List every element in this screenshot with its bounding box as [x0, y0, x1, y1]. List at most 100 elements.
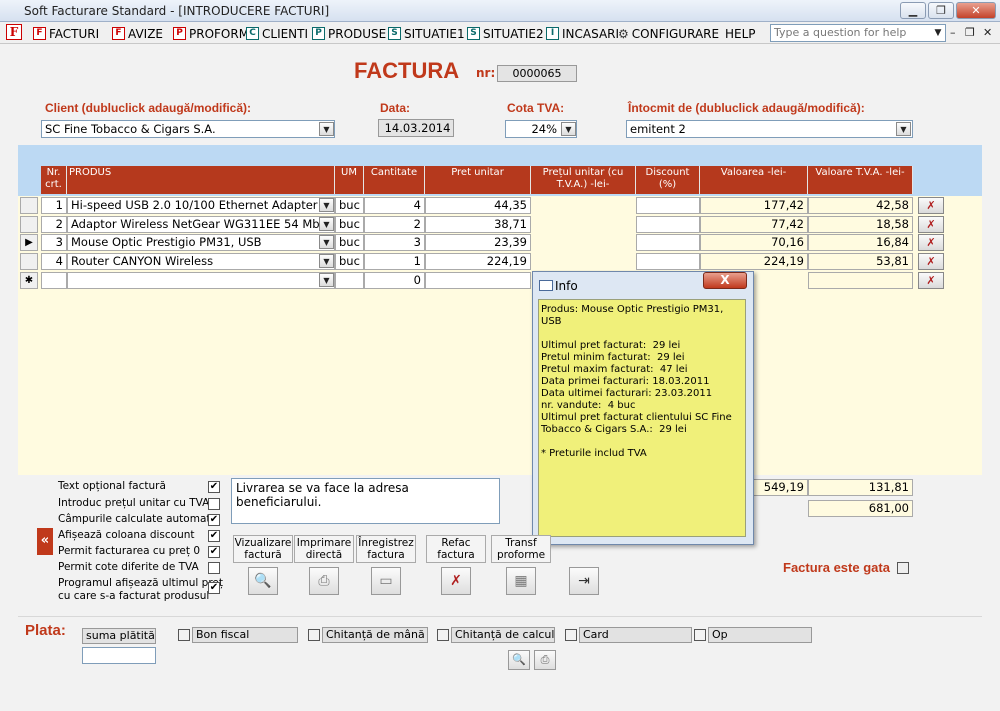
- menu-item-produse[interactable]: P PRODUSE: [312, 25, 386, 42]
- action-button-3[interactable]: Refac factura: [426, 535, 486, 563]
- new-row-dropdown-icon[interactable]: ▼: [319, 273, 334, 287]
- menu-produse-icon: P: [312, 27, 325, 40]
- help-dropdown-icon[interactable]: ▼: [931, 25, 945, 41]
- row-product-select[interactable]: Adaptor Wireless NetGear WG311EE 54 Mbps: [67, 216, 335, 233]
- amount-paid-input[interactable]: [82, 647, 156, 664]
- row-product-select[interactable]: Hi-speed USB 2.0 10/100 Ethernet Adapter: [67, 197, 335, 214]
- payment-method-checkbox[interactable]: [565, 629, 577, 641]
- option-checkbox[interactable]: ✔: [208, 530, 220, 542]
- row-price[interactable]: 44,35: [425, 197, 531, 214]
- row-um[interactable]: buc: [335, 234, 364, 251]
- invoice-number-field[interactable]: 0000065: [497, 65, 577, 82]
- option-checkbox[interactable]: ✔: [208, 481, 220, 493]
- row-discount[interactable]: [636, 197, 700, 214]
- payment-method-checkbox[interactable]: [694, 629, 706, 641]
- option-checkbox[interactable]: ✔: [208, 546, 220, 558]
- row-nr: 2: [41, 216, 67, 233]
- row-selector[interactable]: [20, 197, 38, 214]
- row-product-select[interactable]: Mouse Optic Prestigio PM31, USB: [67, 234, 335, 251]
- option-checkbox[interactable]: ✔: [208, 582, 220, 594]
- row-selector[interactable]: ▶: [20, 234, 38, 251]
- info-close-button[interactable]: X: [703, 272, 747, 289]
- row-selector[interactable]: [20, 253, 38, 270]
- mdi-restore-button[interactable]: ❐: [965, 26, 975, 39]
- payment-method-checkbox[interactable]: [178, 629, 190, 641]
- menu-item-situatie1[interactable]: S SITUATIE1: [388, 25, 465, 42]
- menu-item-help[interactable]: HELP: [725, 25, 756, 42]
- help-search-input[interactable]: Type a question for help: [770, 24, 946, 42]
- new-row-price[interactable]: [425, 272, 531, 289]
- issuer-dropdown-icon[interactable]: ▼: [896, 122, 911, 136]
- action-button-4[interactable]: Transf proforme: [491, 535, 551, 563]
- row-selector[interactable]: [20, 216, 38, 233]
- mdi-close-button[interactable]: ✕: [983, 26, 992, 39]
- undo-icon[interactable]: ✗: [441, 567, 471, 595]
- invoice-title: FACTURA: [354, 58, 460, 83]
- row-price[interactable]: 224,19: [425, 253, 531, 270]
- row-price[interactable]: 23,39: [425, 234, 531, 251]
- row-qty[interactable]: 4: [364, 197, 425, 214]
- action-button-1[interactable]: Imprimare directă: [294, 535, 354, 563]
- row-price[interactable]: 38,71: [425, 216, 531, 233]
- menu-item-clienti[interactable]: C CLIENTI: [246, 25, 308, 42]
- preview-icon[interactable]: 🔍: [248, 567, 278, 595]
- payment-method-checkbox[interactable]: [308, 629, 320, 641]
- row-discount[interactable]: [636, 253, 700, 270]
- vat-dropdown-icon[interactable]: ▼: [561, 122, 576, 136]
- payment-print-icon[interactable]: ⎙: [534, 650, 556, 670]
- collapse-options-button[interactable]: «: [37, 528, 53, 555]
- save-icon[interactable]: ▭: [371, 567, 401, 595]
- row-um[interactable]: buc: [335, 253, 364, 270]
- row-product-select[interactable]: Router CANYON Wireless: [67, 253, 335, 270]
- menu-item-incasari[interactable]: I INCASARI: [546, 25, 619, 42]
- menu-item-facturi[interactable]: F FACTURI: [33, 25, 99, 42]
- row-qty[interactable]: 1: [364, 253, 425, 270]
- row-delete-button[interactable]: ✗: [918, 197, 944, 214]
- exit-icon[interactable]: ⇥: [569, 567, 599, 595]
- row-delete-button[interactable]: ✗: [918, 253, 944, 270]
- row-qty[interactable]: 3: [364, 234, 425, 251]
- table-icon[interactable]: ▦: [506, 567, 536, 595]
- row-product-dropdown-icon[interactable]: ▼: [319, 198, 334, 212]
- close-window-button[interactable]: ✕: [956, 2, 996, 19]
- row-um[interactable]: buc: [335, 216, 364, 233]
- restore-button[interactable]: ❐: [928, 2, 954, 19]
- menu-item-proforme[interactable]: P PROFORME: [173, 25, 257, 42]
- new-row-qty[interactable]: 0: [364, 272, 425, 289]
- payment-preview-icon[interactable]: 🔍: [508, 650, 530, 670]
- new-row-product-select[interactable]: [67, 272, 335, 289]
- date-field[interactable]: 14.03.2014: [378, 119, 454, 137]
- row-delete-button[interactable]: ✗: [918, 234, 944, 251]
- row-qty[interactable]: 2: [364, 216, 425, 233]
- info-line: Tobacco & Cigars S.A.: 29 lei: [541, 424, 687, 435]
- new-row-um[interactable]: [335, 272, 364, 289]
- menu-item-configurare[interactable]: ⚙ CONFIGURARE: [618, 25, 719, 42]
- row-product-dropdown-icon[interactable]: ▼: [319, 254, 334, 268]
- option-checkbox[interactable]: [208, 498, 220, 510]
- menu-item-avize[interactable]: F AVIZE: [112, 25, 163, 42]
- invoice-ready-checkbox[interactable]: [897, 562, 909, 574]
- option-checkbox[interactable]: [208, 562, 220, 574]
- new-row-delete-button[interactable]: ✗: [918, 272, 944, 289]
- payment-method-checkbox[interactable]: [437, 629, 449, 641]
- option-checkbox[interactable]: ✔: [208, 514, 220, 526]
- row-discount[interactable]: [636, 234, 700, 251]
- issuer-select[interactable]: emitent 2: [626, 120, 913, 138]
- print-icon[interactable]: ⎙: [309, 567, 339, 595]
- issuer-label: Întocmit de (dubluclick adaugă/modifică)…: [628, 101, 865, 115]
- minimize-button[interactable]: ▁: [900, 2, 926, 19]
- optional-text-field[interactable]: Livrarea se va face la adresa beneficiar…: [231, 478, 500, 524]
- row-discount[interactable]: [636, 216, 700, 233]
- menu-item-situatie2[interactable]: S SITUATIE2: [467, 25, 544, 42]
- mdi-minimize-button[interactable]: –: [950, 26, 956, 39]
- row-product-dropdown-icon[interactable]: ▼: [319, 217, 334, 231]
- client-select[interactable]: SC Fine Tobacco & Cigars S.A.: [41, 120, 335, 138]
- client-dropdown-icon[interactable]: ▼: [319, 122, 334, 136]
- action-button-0[interactable]: Vizualizare factură: [233, 535, 293, 563]
- new-row-selector[interactable]: ✱: [20, 272, 38, 289]
- row-delete-button[interactable]: ✗: [918, 216, 944, 233]
- row-product-dropdown-icon[interactable]: ▼: [319, 235, 334, 249]
- action-button-2[interactable]: Înregistrez factura: [356, 535, 416, 563]
- row-um[interactable]: buc: [335, 197, 364, 214]
- option-label: Programul afișează ultimul preț cu care …: [58, 577, 223, 602]
